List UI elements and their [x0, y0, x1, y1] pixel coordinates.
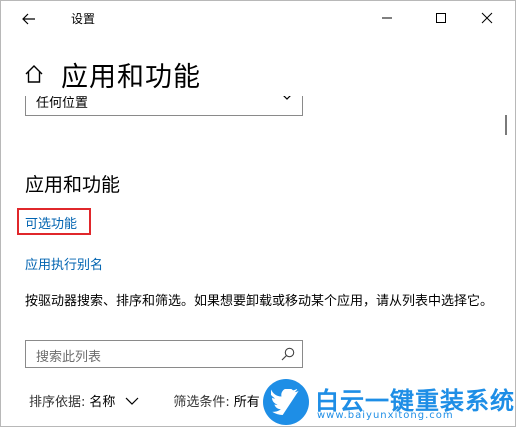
scrollbar-thumb[interactable]	[505, 115, 507, 135]
window-title: 设置	[71, 12, 96, 26]
location-dropdown[interactable]: 任何位置	[25, 96, 303, 116]
back-arrow-icon	[22, 13, 35, 25]
watermark-logo: 白云一键重装系统 www.baiyunxitong.com	[259, 379, 515, 425]
minimize-icon	[382, 17, 392, 19]
sort-label: 排序依据:	[29, 395, 86, 410]
filter-value[interactable]: 所有	[234, 391, 260, 410]
home-icon[interactable]	[23, 63, 45, 85]
chevron-down-icon[interactable]	[125, 396, 139, 406]
search-icon	[281, 347, 295, 361]
watermark-url: www.baiyunxitong.com	[317, 410, 454, 421]
section-title: 应用和功能	[25, 174, 121, 196]
sort-filter-row: 排序依据: 名称 筛选条件: 所有	[29, 391, 260, 410]
back-button[interactable]	[15, 7, 43, 31]
close-icon	[481, 12, 493, 24]
settings-window: 设置 应用和功能 任何位置 应用和功能 可选功能 应用执行别名 按驱动器搜索、排…	[0, 0, 516, 427]
chevron-down-icon	[283, 96, 291, 100]
sort-value[interactable]: 名称	[89, 391, 115, 410]
app-execution-alias-link[interactable]: 应用执行别名	[25, 254, 103, 273]
title-bar: 设置	[1, 1, 515, 37]
filter-label: 筛选条件:	[173, 395, 230, 410]
dropdown-value: 任何位置	[36, 96, 89, 111]
maximize-icon	[436, 13, 446, 23]
close-button[interactable]	[471, 5, 503, 31]
description-text: 按驱动器搜索、排序和筛选。如果想要卸载或移动某个应用，请从列表中选择它。	[25, 294, 494, 309]
maximize-button[interactable]	[425, 5, 457, 31]
bird-logo-icon	[263, 379, 309, 425]
search-input[interactable]: 搜索此列表	[25, 340, 303, 368]
content-area: 任何位置 应用和功能 可选功能 应用执行别名 按驱动器搜索、排序和筛选。如果想要…	[1, 96, 501, 426]
page-title: 应用和功能	[61, 62, 201, 93]
optional-features-link[interactable]: 可选功能	[25, 213, 77, 232]
search-placeholder: 搜索此列表	[36, 350, 102, 365]
minimize-button[interactable]	[371, 5, 403, 31]
